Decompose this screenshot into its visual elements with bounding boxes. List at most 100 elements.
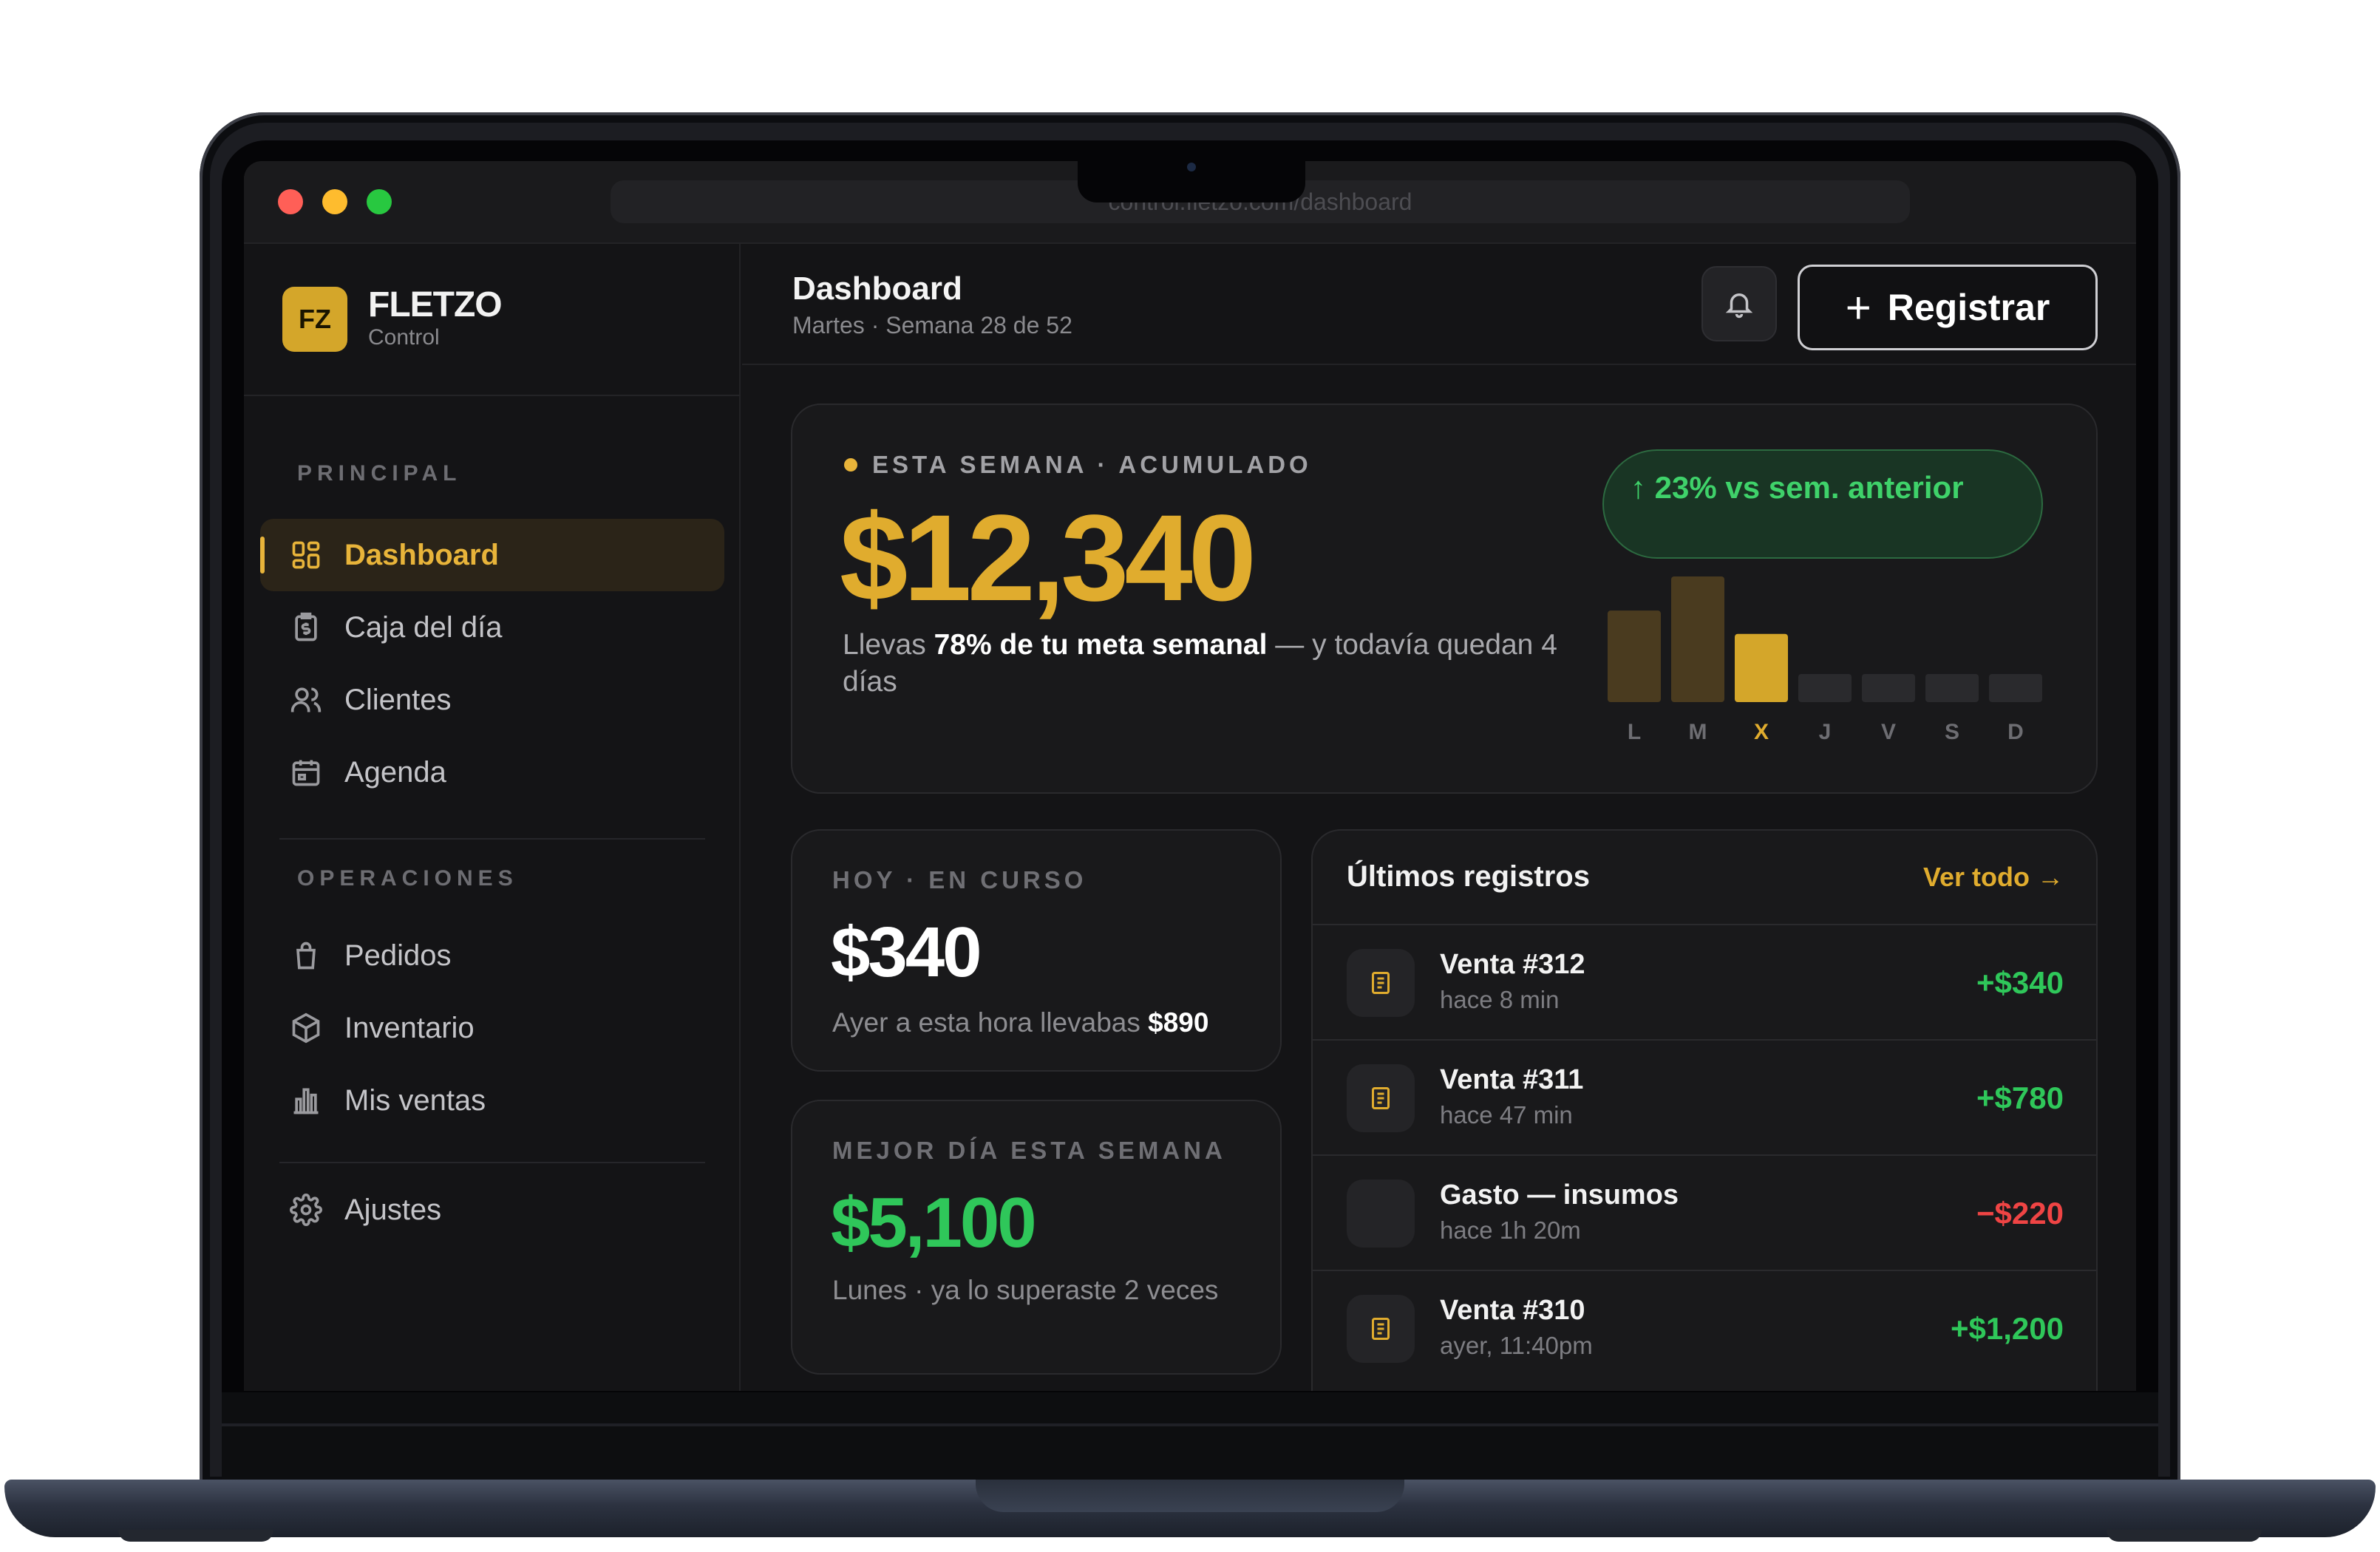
laptop-base-notch: [976, 1480, 1404, 1512]
trend-badge: ↑ 23% vs sem. anterior: [1602, 449, 2043, 559]
chart-bar-j: [1798, 674, 1852, 702]
laptop-foot-right: [2107, 1530, 2262, 1542]
section-label-operaciones: OPERACIONES: [297, 866, 518, 891]
page-title: Dashboard: [792, 270, 962, 307]
plus-icon: +: [1845, 282, 1871, 333]
goal-desc-bold: 78% de tu meta semanal: [934, 629, 1268, 661]
page-subtitle: Martes · Semana 28 de 52: [792, 312, 1072, 338]
brand-logo: FZ: [282, 287, 347, 352]
record-name: Venta #311: [1440, 1064, 1584, 1095]
users-icon: [290, 687, 322, 712]
sidebar-item-label: Inventario: [344, 1011, 475, 1044]
chart-tick-label: V: [1881, 720, 1896, 744]
brand[interactable]: FZ FLETZO Control: [282, 285, 503, 352]
register-button-label: Registrar: [1887, 287, 2050, 328]
topbar: Dashboard Martes · Semana 28 de 52 + Reg…: [742, 244, 2136, 365]
record-time: hace 8 min: [1440, 986, 1560, 1013]
receipt-icon: [1372, 972, 1390, 994]
chart-bar-s: [1925, 674, 1979, 702]
record-row[interactable]: Gasto — insumos hace 1h 20m −$220: [1313, 1156, 2096, 1271]
sidebar-item-clientes[interactable]: Clientes: [260, 664, 724, 736]
chart-tick-label: L: [1628, 720, 1641, 744]
best-day-card: MEJOR DÍA ESTA SEMANA $5,100 Lunes · ya …: [791, 1100, 1282, 1375]
brand-name: FLETZO: [368, 285, 503, 324]
chart-bar-l: [1608, 610, 1661, 702]
record-amount: +$1,200: [1951, 1311, 2064, 1346]
record-name: Venta #310: [1440, 1295, 1585, 1326]
sidebar-item-caja[interactable]: Caja del día: [260, 591, 724, 664]
weekly-bar-chart: LMXJVSD: [1608, 576, 2042, 744]
chart-bar-v: [1862, 674, 1915, 702]
record-time: hace 1h 20m: [1440, 1216, 1581, 1244]
record-time: ayer, 11:40pm: [1440, 1332, 1593, 1359]
sidebar-item-label: Pedidos: [344, 939, 452, 972]
record-row[interactable]: Venta #310 ayer, 11:40pm +$1,200: [1313, 1271, 2096, 1386]
recent-records-title: Últimos registros: [1347, 860, 1590, 893]
brand-subtitle: Control: [368, 325, 440, 350]
view-all-link[interactable]: Ver todo →: [1923, 862, 2064, 893]
box-icon: [292, 1012, 320, 1044]
goal-desc-pre: Llevas: [843, 629, 934, 661]
chart-tick-label: S: [1945, 720, 1959, 744]
register-button[interactable]: + Registrar: [1798, 265, 2098, 350]
maximize-window-button[interactable]: [367, 189, 392, 214]
sidebar-separator: [279, 838, 705, 840]
bell-icon: [1725, 293, 1753, 319]
chart-tick-label: D: [2007, 720, 2024, 744]
bag-icon: [296, 942, 316, 970]
sidebar-item-label: Clientes: [344, 683, 452, 716]
sidebar-item-mis-ventas[interactable]: Mis ventas: [260, 1064, 724, 1137]
today-amount: $340: [831, 913, 982, 992]
best-day-amount: $5,100: [831, 1183, 1037, 1262]
today-card: HOY · EN CURSO $340 Ayer a esta hora lle…: [791, 829, 1282, 1072]
record-icon-box: [1347, 1064, 1415, 1132]
today-description: Ayer a esta hora llevabas $890: [832, 1007, 1246, 1039]
sidebar-separator: [279, 1162, 705, 1163]
weekly-total-amount: $12,340: [840, 490, 1257, 627]
bar-chart-icon: [293, 1088, 319, 1114]
weekly-summary-label: ESTA SEMANA · ACUMULADO: [844, 451, 1312, 479]
main-content: Dashboard Martes · Semana 28 de 52 + Reg…: [742, 244, 2136, 1391]
receipt-icon: [1372, 1087, 1390, 1109]
chart-tick-label: M: [1689, 720, 1707, 744]
calendar-icon: [292, 760, 320, 786]
weekly-summary-label-text: ESTA SEMANA · ACUMULADO: [872, 451, 1312, 478]
sidebar-item-inventario[interactable]: Inventario: [260, 992, 724, 1064]
sidebar-item-pedidos[interactable]: Pedidos: [260, 919, 724, 992]
record-amount: +$780: [1976, 1080, 2064, 1115]
record-amount: +$340: [1976, 965, 2064, 1000]
record-icon-box-empty: [1347, 1180, 1415, 1248]
record-row[interactable]: Venta #311 hace 47 min +$780: [1313, 1041, 2096, 1156]
gear-icon: [290, 1194, 322, 1226]
sidebar-item-ajustes[interactable]: Ajustes: [260, 1174, 724, 1246]
weekly-summary-card: ESTA SEMANA · ACUMULADO $12,340 Llevas 7…: [791, 404, 2098, 794]
record-icon-box: [1347, 1295, 1415, 1363]
today-label: HOY · EN CURSO: [832, 866, 1087, 894]
record-row[interactable]: Venta #312 hace 8 min +$340: [1313, 925, 2096, 1041]
camera-icon: [1187, 163, 1196, 171]
today-desc-pre: Ayer a esta hora llevabas: [832, 1007, 1149, 1038]
grid-icon: [292, 541, 320, 569]
sidebar-item-label: Agenda: [344, 755, 446, 789]
sidebar-item-label: Mis ventas: [344, 1083, 486, 1117]
laptop-foot-left: [118, 1530, 273, 1542]
best-day-label: MEJOR DÍA ESTA SEMANA: [832, 1137, 1226, 1164]
best-day-description: Lunes · ya lo superaste 2 veces: [832, 1275, 1219, 1305]
chart-bar-m: [1671, 576, 1724, 702]
sidebar-item-agenda[interactable]: Agenda: [260, 736, 724, 809]
sidebar-item-dashboard[interactable]: Dashboard: [260, 519, 724, 591]
sidebar: FZ FLETZO Control PRINCIPAL Dashboard Ca…: [244, 244, 741, 1391]
status-dot: [844, 458, 857, 472]
record-name: Venta #312: [1440, 949, 1585, 980]
record-name: Gasto — insumos: [1440, 1180, 1679, 1211]
weekly-goal-description: Llevas 78% de tu meta semanal — y todaví…: [843, 627, 1589, 701]
chart-tick-label: J: [1819, 720, 1832, 744]
minimize-window-button[interactable]: [322, 189, 347, 214]
notifications-button[interactable]: [1701, 266, 1777, 341]
sidebar-item-label: Caja del día: [344, 610, 503, 644]
cash-icon: [295, 612, 317, 641]
sidebar-item-label: Ajustes: [344, 1193, 442, 1226]
close-window-button[interactable]: [278, 189, 303, 214]
today-desc-bold: $890: [1148, 1007, 1209, 1038]
record-icon-box: [1347, 949, 1415, 1017]
